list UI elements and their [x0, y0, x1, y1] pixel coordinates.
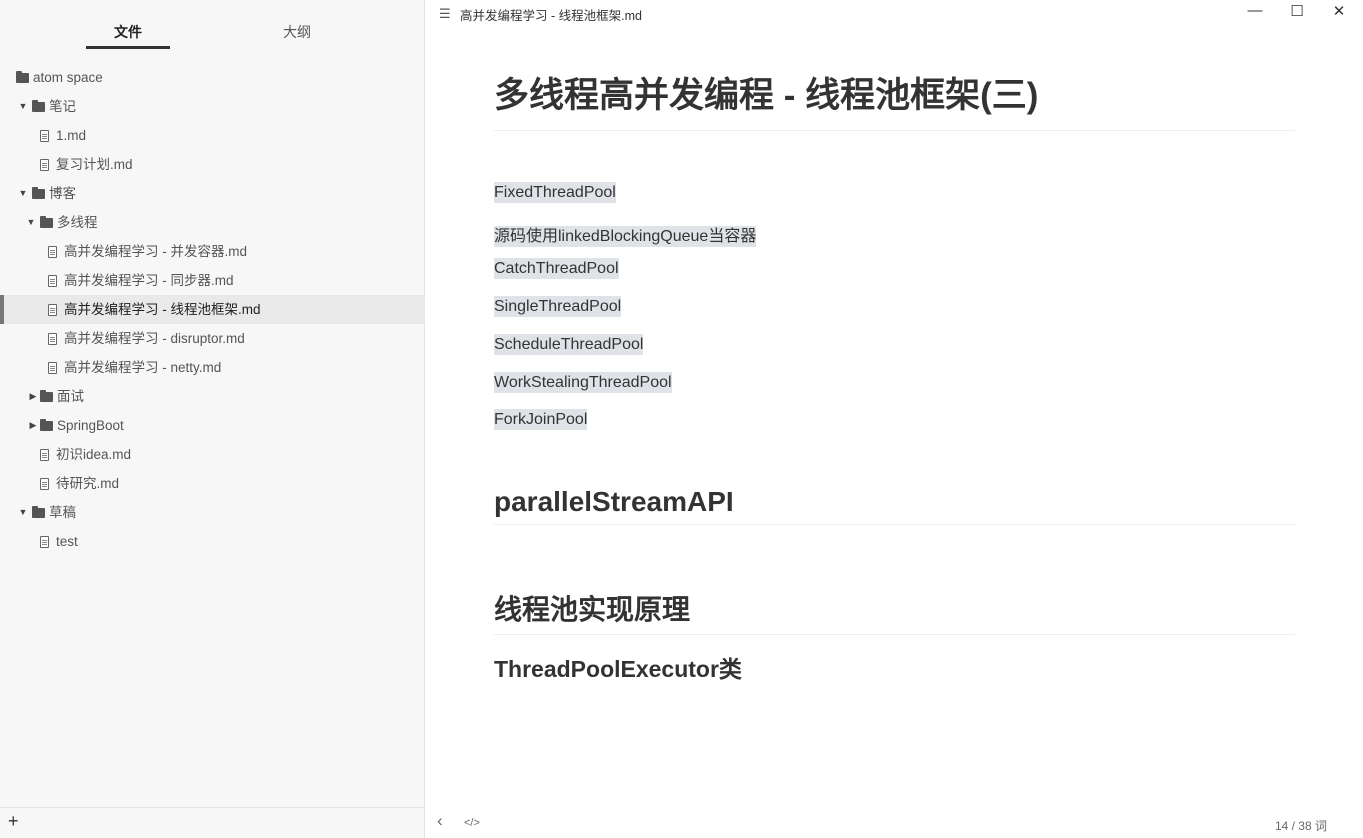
- tree-item-label: atom space: [33, 70, 103, 85]
- active-tab-indicator: [86, 46, 170, 49]
- folder-icon: [32, 92, 46, 121]
- tree-item-label: 高并发编程学习 - 同步器.md: [64, 273, 234, 288]
- editor-pane: ☰ 高并发编程学习 - 线程池框架.md — ☐ ✕ 多线程高并发编程 - 线程…: [426, 0, 1363, 838]
- caret-down-icon[interactable]: ▼: [18, 92, 28, 121]
- caret-down-icon[interactable]: ▼: [18, 498, 28, 527]
- word-count[interactable]: 14 / 38 词: [1275, 817, 1327, 834]
- title-bar: ☰ 高并发编程学习 - 线程池框架.md — ☐ ✕: [426, 0, 1363, 28]
- tree-file-to-research[interactable]: 待研究.md: [0, 469, 425, 498]
- tab-files[interactable]: 文件: [86, 22, 170, 42]
- heading-2-parallelstream: parallelStreamAPI: [494, 486, 1295, 525]
- document-content[interactable]: 多线程高并发编程 - 线程池框架(三) FixedThreadPool 源码使用…: [494, 70, 1295, 682]
- file-icon: [40, 150, 54, 179]
- caret-right-icon[interactable]: ▶: [28, 382, 38, 411]
- file-tree: atom space ▼ 笔记 1.md 复习计划.md ▼ 博客 ▼ 多线程: [0, 63, 425, 556]
- tree-file-concurrent-containers[interactable]: 高并发编程学习 - 并发容器.md: [0, 237, 425, 266]
- add-icon[interactable]: +: [8, 811, 19, 832]
- file-icon: [48, 353, 62, 382]
- tree-file-netty[interactable]: 高并发编程学习 - netty.md: [0, 353, 425, 382]
- sidebar-footer: +: [0, 807, 424, 838]
- tree-folder-atom-space[interactable]: atom space: [0, 63, 425, 92]
- tree-item-label: test: [56, 534, 78, 549]
- file-icon: [48, 237, 62, 266]
- tree-item-label: 笔记: [49, 99, 76, 114]
- tree-file-disruptor[interactable]: 高并发编程学习 - disruptor.md: [0, 324, 425, 353]
- tree-folder-notes[interactable]: ▼ 笔记: [0, 92, 425, 121]
- tree-file-1-md[interactable]: 1.md: [0, 121, 425, 150]
- tree-file-review-plan[interactable]: 复习计划.md: [0, 150, 425, 179]
- caret-right-icon[interactable]: ▶: [28, 411, 38, 440]
- tree-folder-springboot[interactable]: ▶ SpringBoot: [0, 411, 425, 440]
- active-indicator: [0, 295, 4, 324]
- tree-file-idea-intro[interactable]: 初识idea.md: [0, 440, 425, 469]
- paragraph: SingleThreadPool: [494, 296, 622, 317]
- maximize-button[interactable]: ☐: [1287, 2, 1307, 20]
- tree-file-test[interactable]: test: [0, 527, 425, 556]
- paragraph: CatchThreadPool: [494, 258, 619, 279]
- minimize-button[interactable]: —: [1245, 2, 1265, 19]
- caret-down-icon[interactable]: ▼: [18, 179, 28, 208]
- paragraph: ScheduleThreadPool: [494, 334, 644, 355]
- tree-folder-multithread[interactable]: ▼ 多线程: [0, 208, 425, 237]
- folder-icon: [40, 208, 54, 237]
- tree-folder-drafts[interactable]: ▼ 草稿: [0, 498, 425, 527]
- tree-item-label: 待研究.md: [56, 476, 120, 491]
- folder-icon: [40, 411, 54, 440]
- status-bar: ‹ </> 14 / 38 词: [426, 808, 1363, 838]
- file-icon: [48, 295, 62, 324]
- tree-item-label: 高并发编程学习 - 线程池框架.md: [64, 302, 261, 317]
- folder-icon: [32, 179, 46, 208]
- tree-file-threadpool-framework[interactable]: 高并发编程学习 - 线程池框架.md: [0, 295, 425, 324]
- caret-down-icon[interactable]: ▼: [26, 208, 36, 237]
- tree-folder-blog[interactable]: ▼ 博客: [0, 179, 425, 208]
- folder-icon: [32, 498, 46, 527]
- file-icon: [40, 440, 54, 469]
- paragraph: FixedThreadPool: [494, 182, 616, 203]
- tree-item-label: 1.md: [56, 128, 87, 143]
- file-icon: [40, 469, 54, 498]
- tree-item-label: 博客: [49, 186, 76, 201]
- file-icon: [40, 527, 54, 556]
- tree-item-label: 草稿: [49, 505, 76, 520]
- heading-3-threadpoolexecutor: ThreadPoolExecutor类: [494, 656, 742, 682]
- tree-item-label: 多线程: [57, 215, 98, 230]
- tree-item-label: 高并发编程学习 - netty.md: [64, 360, 222, 375]
- tree-item-label: 初识idea.md: [56, 447, 132, 462]
- paragraph: 源码使用linkedBlockingQueue当容器: [494, 226, 757, 247]
- source-code-icon[interactable]: </>: [464, 817, 480, 829]
- file-icon: [40, 121, 54, 150]
- file-icon: [48, 324, 62, 353]
- tree-item-label: 面试: [57, 389, 84, 404]
- tab-outline[interactable]: 大纲: [255, 22, 339, 42]
- tree-item-label: 复习计划.md: [56, 157, 133, 172]
- tree-file-synchronizers[interactable]: 高并发编程学习 - 同步器.md: [0, 266, 425, 295]
- tree-item-label: SpringBoot: [57, 418, 124, 433]
- sidebar-tabs: 文件 大纲: [0, 0, 425, 50]
- close-button[interactable]: ✕: [1329, 2, 1349, 20]
- back-icon[interactable]: ‹: [437, 811, 443, 831]
- folder-icon: [16, 63, 30, 92]
- paragraph: WorkStealingThreadPool: [494, 372, 672, 393]
- tree-item-label: 高并发编程学习 - disruptor.md: [64, 331, 245, 346]
- menu-icon[interactable]: ☰: [439, 6, 451, 22]
- tree-item-label: 高并发编程学习 - 并发容器.md: [64, 244, 248, 259]
- sidebar: 文件 大纲 atom space ▼ 笔记 1.md 复习计划.md ▼ 博客 …: [0, 0, 425, 838]
- heading-1: 多线程高并发编程 - 线程池框架(三): [494, 70, 1295, 131]
- tree-folder-interview[interactable]: ▶ 面试: [0, 382, 425, 411]
- heading-2-threadpool-principle: 线程池实现原理: [494, 588, 1295, 635]
- document-title: 高并发编程学习 - 线程池框架.md: [460, 9, 642, 23]
- file-icon: [48, 266, 62, 295]
- paragraph: ForkJoinPool: [494, 409, 588, 430]
- folder-icon: [40, 382, 54, 411]
